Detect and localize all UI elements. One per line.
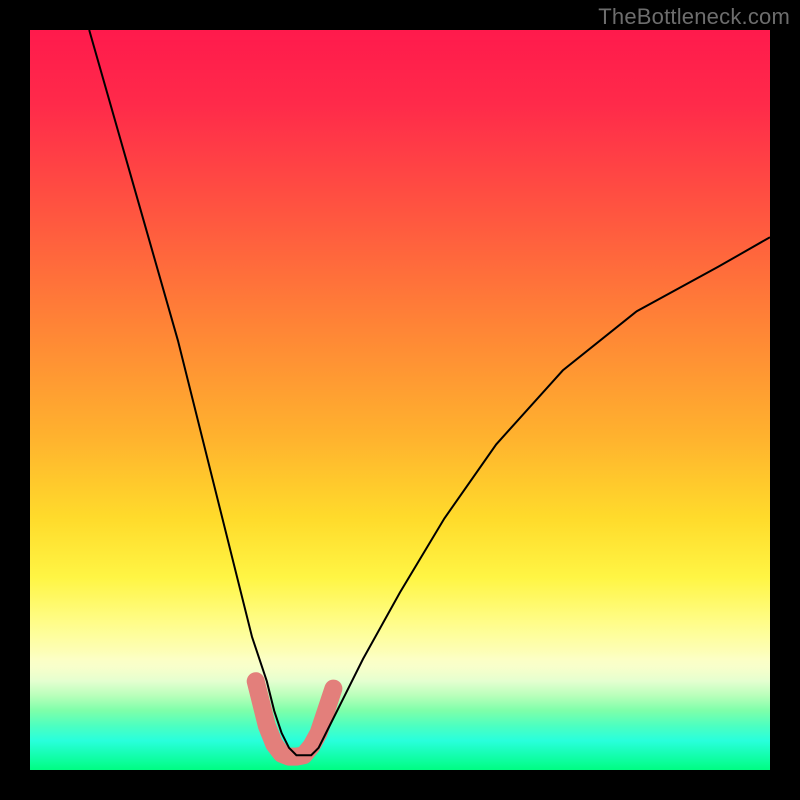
bottleneck-curve-path — [89, 30, 770, 755]
chart-frame: TheBottleneck.com — [0, 0, 800, 800]
trough-highlight — [256, 681, 334, 756]
bottleneck-curve — [89, 30, 770, 755]
watermark-text: TheBottleneck.com — [598, 4, 790, 30]
curve-layer — [30, 30, 770, 770]
plot-area — [30, 30, 770, 770]
trough-highlight-path — [256, 681, 334, 756]
